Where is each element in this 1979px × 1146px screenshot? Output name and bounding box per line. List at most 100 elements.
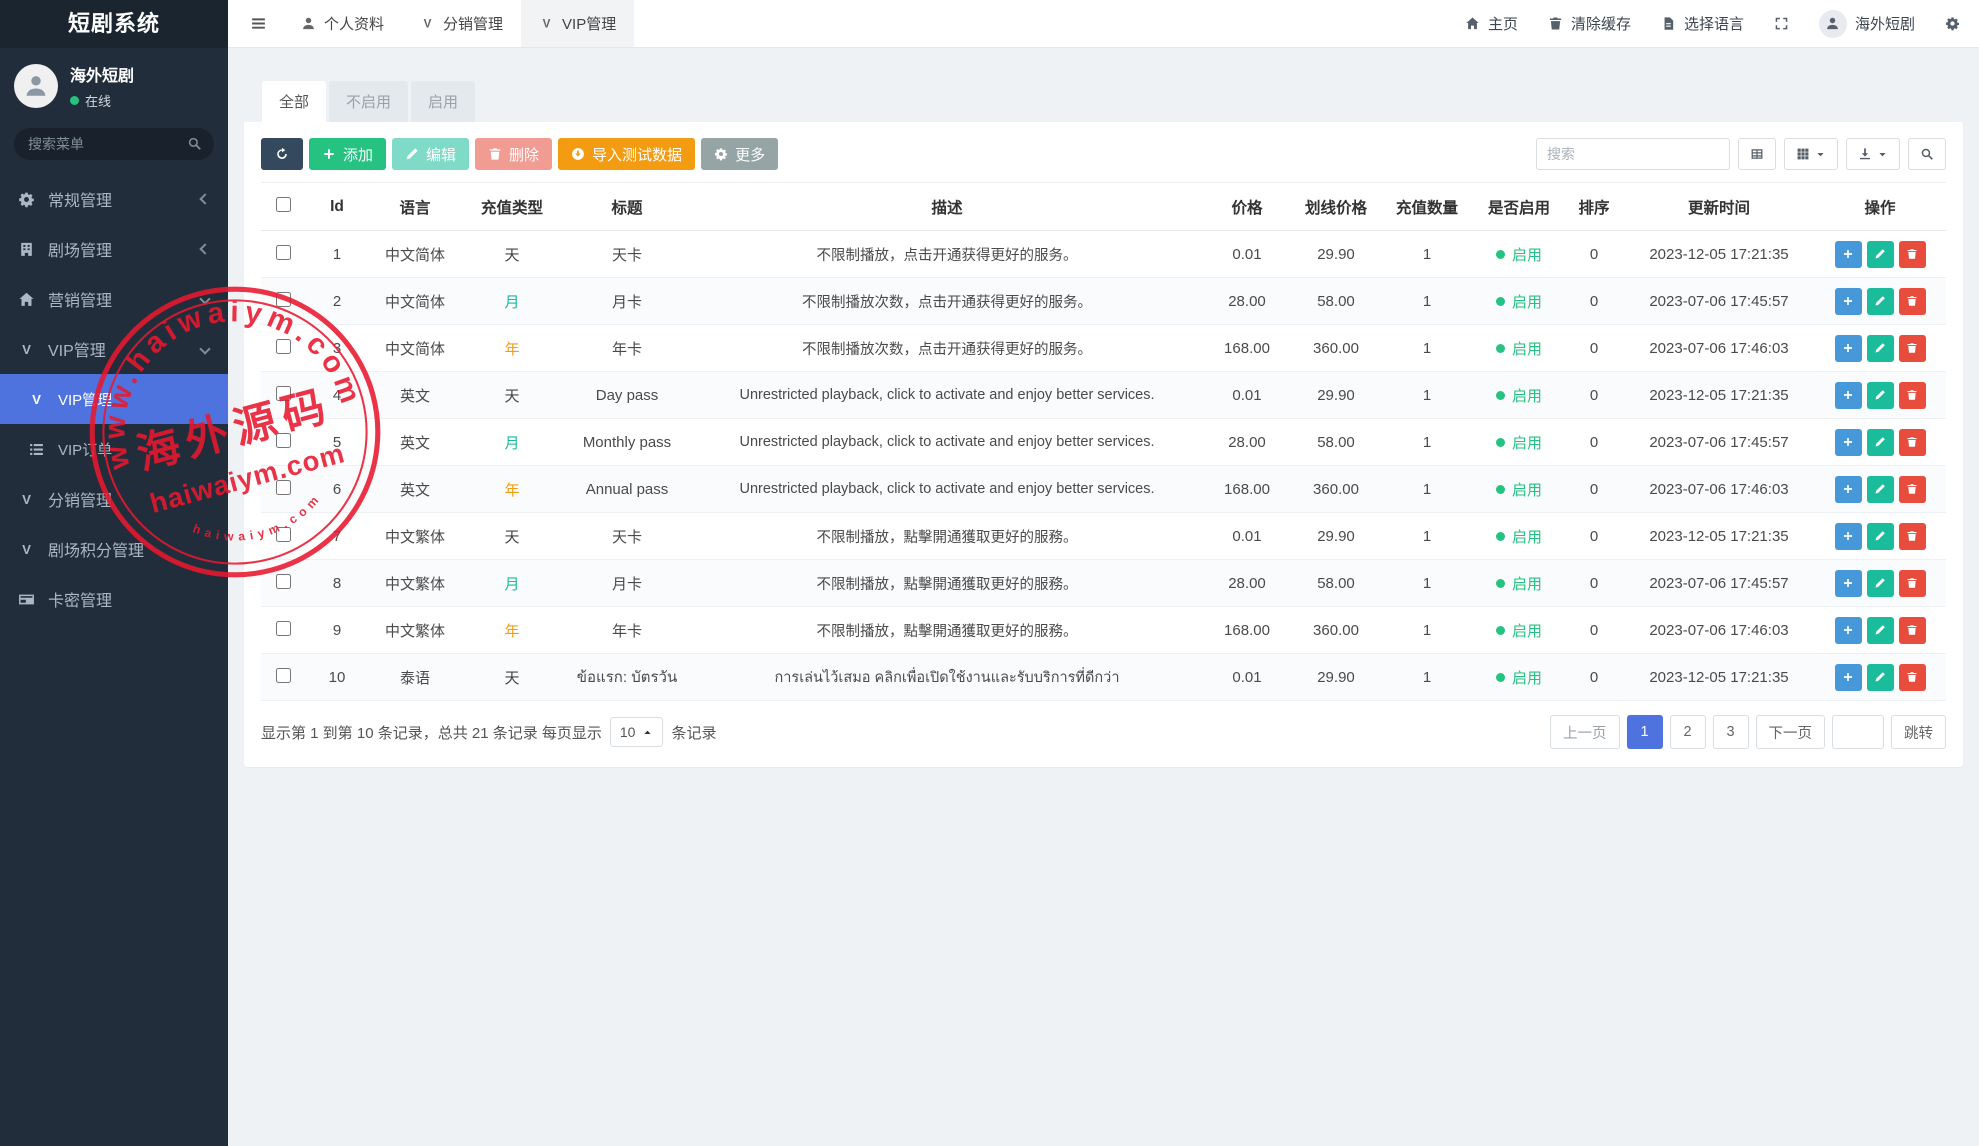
jump-page-input[interactable]: [1832, 715, 1884, 749]
row-edit-button[interactable]: [1867, 476, 1894, 503]
table-row[interactable]: 1 中文简体 天 天卡 不限制播放，点击开通获得更好的服务。 0.01 29.9…: [261, 231, 1946, 278]
user-menu[interactable]: 海外短剧: [1804, 0, 1930, 47]
next-page-button[interactable]: 下一页: [1756, 715, 1826, 749]
add-button[interactable]: 添加: [309, 138, 386, 170]
fullscreen-button[interactable]: [1759, 0, 1804, 47]
row-checkbox[interactable]: [276, 245, 291, 260]
table-row[interactable]: 9 中文繁体 年 年卡 不限制播放，點擊開通獲取更好的服務。 168.00 36…: [261, 607, 1946, 654]
table-search-input[interactable]: [1536, 138, 1730, 170]
row-checkbox[interactable]: [276, 292, 291, 307]
filter-tab[interactable]: 不启用: [329, 81, 408, 122]
row-checkbox[interactable]: [276, 527, 291, 542]
row-delete-button[interactable]: [1899, 241, 1926, 268]
col-header-enabled[interactable]: 是否启用: [1474, 183, 1564, 231]
row-detail-button[interactable]: [1835, 382, 1862, 409]
row-checkbox[interactable]: [276, 480, 291, 495]
filter-tab[interactable]: 全部: [262, 81, 326, 122]
export-button[interactable]: [1846, 138, 1900, 170]
sidebar-menu-item[interactable]: V 分销管理: [0, 474, 228, 524]
row-edit-button[interactable]: [1867, 429, 1894, 456]
col-header-id[interactable]: Id: [306, 183, 368, 231]
col-header-line-price[interactable]: 划线价格: [1292, 183, 1380, 231]
columns-toggle-button[interactable]: [1738, 138, 1776, 170]
col-header-price[interactable]: 价格: [1202, 183, 1292, 231]
sidebar-menu-item[interactable]: 剧场管理: [0, 224, 228, 274]
jump-button[interactable]: 跳转: [1891, 715, 1946, 749]
more-button[interactable]: 更多: [701, 138, 778, 170]
edit-button[interactable]: 编辑: [392, 138, 469, 170]
table-row[interactable]: 3 中文简体 年 年卡 不限制播放次数，点击开通获得更好的服务。 168.00 …: [261, 325, 1946, 372]
row-edit-button[interactable]: [1867, 241, 1894, 268]
sidebar-menu-item[interactable]: V VIP管理: [0, 324, 228, 374]
row-delete-button[interactable]: [1899, 429, 1926, 456]
page-button[interactable]: 2: [1670, 715, 1706, 749]
page-size-select[interactable]: 10: [610, 717, 664, 747]
row-delete-button[interactable]: [1899, 664, 1926, 691]
row-detail-button[interactable]: [1835, 523, 1862, 550]
row-delete-button[interactable]: [1899, 570, 1926, 597]
row-detail-button[interactable]: [1835, 241, 1862, 268]
page-button[interactable]: 3: [1713, 715, 1749, 749]
row-edit-button[interactable]: [1867, 382, 1894, 409]
table-row[interactable]: 2 中文简体 月 月卡 不限制播放次数，点击开通获得更好的服务。 28.00 5…: [261, 278, 1946, 325]
row-edit-button[interactable]: [1867, 617, 1894, 644]
table-row[interactable]: 6 英文 年 Annual pass Unrestricted playback…: [261, 466, 1946, 513]
table-row[interactable]: 4 英文 天 Day pass Unrestricted playback, c…: [261, 372, 1946, 419]
navbar-tab[interactable]: V 分销管理: [402, 0, 521, 47]
row-detail-button[interactable]: [1835, 570, 1862, 597]
search-icon[interactable]: [187, 136, 202, 151]
sidebar-submenu-item[interactable]: VIP订单: [0, 424, 228, 474]
row-edit-button[interactable]: [1867, 288, 1894, 315]
row-checkbox[interactable]: [276, 621, 291, 636]
col-header-updated[interactable]: 更新时间: [1624, 183, 1814, 231]
row-edit-button[interactable]: [1867, 664, 1894, 691]
col-header-language[interactable]: 语言: [368, 183, 462, 231]
language-link[interactable]: 选择语言: [1646, 0, 1759, 47]
row-edit-button[interactable]: [1867, 335, 1894, 362]
menu-search-input[interactable]: [14, 128, 214, 160]
row-detail-button[interactable]: [1835, 335, 1862, 362]
row-delete-button[interactable]: [1899, 476, 1926, 503]
menu-toggle-icon[interactable]: [250, 15, 267, 32]
prev-page-button[interactable]: 上一页: [1550, 715, 1620, 749]
row-detail-button[interactable]: [1835, 288, 1862, 315]
row-checkbox[interactable]: [276, 668, 291, 683]
advanced-search-button[interactable]: [1908, 138, 1946, 170]
filter-tab[interactable]: 启用: [411, 81, 475, 122]
navbar-tab[interactable]: V VIP管理: [521, 0, 634, 47]
row-checkbox[interactable]: [276, 574, 291, 589]
col-header-description[interactable]: 描述: [692, 183, 1202, 231]
col-header-quantity[interactable]: 充值数量: [1380, 183, 1474, 231]
view-mode-button[interactable]: [1784, 138, 1838, 170]
row-detail-button[interactable]: [1835, 617, 1862, 644]
row-edit-button[interactable]: [1867, 570, 1894, 597]
row-detail-button[interactable]: [1835, 429, 1862, 456]
row-delete-button[interactable]: [1899, 335, 1926, 362]
sidebar-submenu-item[interactable]: V VIP管理: [0, 374, 228, 424]
import-test-data-button[interactable]: 导入测试数据: [558, 138, 695, 170]
settings-button[interactable]: [1930, 0, 1975, 47]
navbar-tab[interactable]: 个人资料: [283, 0, 402, 47]
row-delete-button[interactable]: [1899, 382, 1926, 409]
row-checkbox[interactable]: [276, 433, 291, 448]
sidebar-menu-item[interactable]: 营销管理: [0, 274, 228, 324]
sidebar-menu-item[interactable]: 常规管理: [0, 174, 228, 224]
col-header-recharge-type[interactable]: 充值类型: [462, 183, 562, 231]
table-row[interactable]: 8 中文繁体 月 月卡 不限制播放，點擊開通獲取更好的服務。 28.00 58.…: [261, 560, 1946, 607]
home-link[interactable]: 主页: [1450, 0, 1533, 47]
col-header-title[interactable]: 标题: [562, 183, 692, 231]
table-row[interactable]: 10 泰语 天 ข้อแรก: บัตรวัน การเล่นไว้เสมอ ค…: [261, 654, 1946, 701]
sidebar-menu-item[interactable]: 卡密管理: [0, 574, 228, 624]
row-detail-button[interactable]: [1835, 476, 1862, 503]
refresh-button[interactable]: [261, 138, 303, 170]
sidebar-menu-item[interactable]: V 剧场积分管理: [0, 524, 228, 574]
row-checkbox[interactable]: [276, 386, 291, 401]
select-all-checkbox[interactable]: [276, 197, 291, 212]
table-row[interactable]: 5 英文 月 Monthly pass Unrestricted playbac…: [261, 419, 1946, 466]
delete-button[interactable]: 删除: [475, 138, 552, 170]
table-row[interactable]: 7 中文繁体 天 天卡 不限制播放，點擊開通獲取更好的服務。 0.01 29.9…: [261, 513, 1946, 560]
row-detail-button[interactable]: [1835, 664, 1862, 691]
col-header-sort[interactable]: 排序: [1564, 183, 1624, 231]
row-edit-button[interactable]: [1867, 523, 1894, 550]
row-delete-button[interactable]: [1899, 523, 1926, 550]
